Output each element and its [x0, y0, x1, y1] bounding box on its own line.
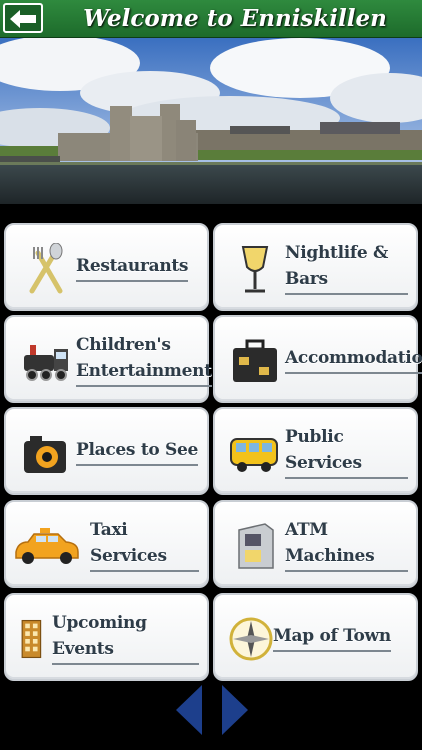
- tile-label: Taxi Services: [90, 502, 199, 586]
- tile-label: Children's Entertainment: [76, 317, 212, 401]
- atm-icon: [238, 523, 274, 569]
- wine-glass-icon: [241, 246, 269, 293]
- tile-label: Places to See: [76, 409, 199, 493]
- camera-icon: [24, 436, 66, 473]
- train-icon: [24, 345, 68, 381]
- taxi-icon: [15, 528, 79, 564]
- tile-accommodation[interactable]: Accommodation: [213, 315, 422, 403]
- tile-childrens-entertainment[interactable]: Children's Entertainment: [4, 315, 212, 403]
- castle-photo: [0, 38, 422, 204]
- back-button[interactable]: [3, 3, 43, 33]
- page-title: Welcome to Enniskillen: [83, 5, 387, 32]
- tile-restaurants[interactable]: Restaurants: [4, 223, 209, 311]
- bus-icon: [230, 438, 278, 472]
- tile-label: Public Services: [285, 409, 408, 493]
- compass-icon: [229, 617, 273, 661]
- tile-label: Map of Town: [273, 595, 408, 679]
- next-arrow-icon[interactable]: [220, 683, 250, 737]
- suitcase-icon: [233, 339, 277, 382]
- tile-nightlife-bars[interactable]: Nightlife & Bars: [213, 223, 418, 311]
- tile-places-to-see[interactable]: Places to See: [4, 407, 209, 495]
- prev-arrow-icon[interactable]: [174, 683, 204, 737]
- tile-map-of-town[interactable]: Map of Town: [213, 593, 418, 681]
- tile-label: Restaurants: [76, 225, 199, 309]
- header-bar: Welcome to Enniskillen: [0, 0, 422, 38]
- tile-taxi-services[interactable]: Taxi Services: [4, 500, 209, 588]
- fork-knife-icon: [29, 243, 63, 294]
- tile-label: Nightlife & Bars: [285, 225, 408, 309]
- building-icon: [21, 619, 42, 659]
- tile-label: ATM Machines: [285, 502, 408, 586]
- tile-atm-machines[interactable]: ATM Machines: [213, 500, 418, 588]
- back-arrow-icon: [10, 10, 36, 28]
- tile-public-services[interactable]: Public Services: [213, 407, 418, 495]
- tile-label: Accommodation: [285, 317, 422, 401]
- tile-label: Upcoming Events: [52, 595, 199, 679]
- tile-upcoming-events[interactable]: Upcoming Events: [4, 593, 209, 681]
- hero-image: [0, 38, 422, 204]
